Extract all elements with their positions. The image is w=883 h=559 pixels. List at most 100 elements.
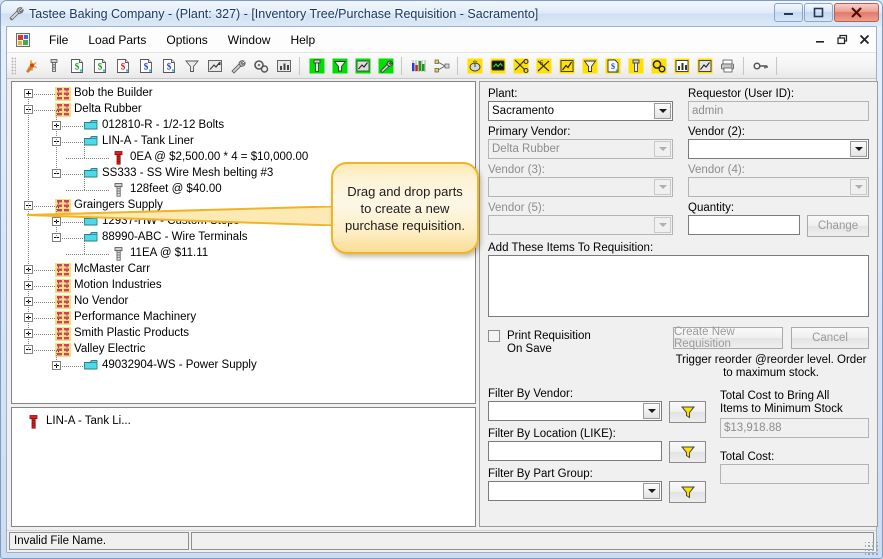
document-dollar-green2-icon[interactable]: $ [89, 55, 111, 77]
part-icon [83, 135, 99, 149]
filter-vendor-select[interactable] [488, 401, 662, 421]
tree-node[interactable]: 49032904-WS - Power Supply [12, 358, 475, 374]
printer-icon[interactable] [717, 55, 739, 77]
vendor-icon [55, 103, 71, 117]
resize-grip[interactable] [865, 542, 879, 556]
gears-yellow-icon[interactable] [648, 55, 670, 77]
toolbar-separator [743, 56, 746, 75]
add-items-textarea[interactable] [488, 255, 869, 317]
document-dollar-green-icon[interactable]: $ [66, 55, 88, 77]
tree-node[interactable]: No Vendor [12, 294, 475, 310]
vendor3-select [488, 177, 673, 197]
tree-connector [84, 142, 85, 158]
tree-node[interactable]: Valley Electric [12, 342, 475, 358]
tree-node-label: 128feet @ $40.00 [130, 183, 222, 195]
bolt-part-green-icon[interactable] [306, 55, 328, 77]
total-cost-label: Total Cost: [720, 451, 775, 463]
close-button[interactable] [834, 3, 879, 22]
document-dollar-blue2-icon[interactable]: $ [158, 55, 180, 77]
funnel-yellow-icon[interactable] [579, 55, 601, 77]
requisition-basket[interactable]: LIN-A - Tank Li... [11, 407, 476, 527]
window-title: Tastee Baking Company - (Plant: 327) - [… [29, 6, 539, 21]
fireworks-icon[interactable] [20, 55, 42, 77]
status-secondary [191, 532, 874, 550]
minimize-button[interactable] [774, 3, 803, 22]
primary-vendor-row: Primary Vendor: Delta Rubber Vendor (2): [488, 126, 869, 159]
chevron-down-icon[interactable] [643, 403, 660, 419]
change-button[interactable]: Change [807, 215, 869, 237]
menu-file[interactable]: File [39, 29, 78, 51]
child-close-button[interactable] [859, 34, 870, 47]
funnel-green-icon[interactable] [329, 55, 351, 77]
menu-window[interactable]: Window [218, 29, 281, 51]
basket-item[interactable]: LIN-A - Tank Li... [12, 414, 475, 430]
part-icon [83, 119, 99, 133]
menu-help[interactable]: Help [280, 29, 325, 51]
scissors2-yellow-icon[interactable]: 5 [533, 55, 555, 77]
cancel-button[interactable]: Cancel [791, 327, 869, 349]
wrench-green-icon[interactable] [375, 55, 397, 77]
tree-node[interactable]: Smith Plastic Products [12, 326, 475, 342]
create-new-requisition-button[interactable]: Create New Requisition [673, 326, 783, 350]
tree-node-label: 11EA @ $11.11 [130, 247, 209, 259]
tree-node[interactable]: Motion Industries [12, 278, 475, 294]
print-requisition-group[interactable]: Print Requisition On Save [488, 327, 673, 356]
tree-node[interactable]: 012810-R - 1/2-12 Bolts [12, 118, 475, 134]
vendor5-select [488, 215, 673, 235]
tree-node[interactable]: McMaster Carr [12, 262, 475, 278]
chevron-down-icon[interactable] [643, 483, 660, 499]
key-icon[interactable] [750, 55, 772, 77]
tree-connector [84, 238, 85, 254]
quantity-input[interactable] [688, 215, 800, 235]
chart-up-yellow-icon[interactable] [556, 55, 578, 77]
plant-select[interactable]: Sacramento [488, 101, 673, 121]
chevron-down-icon[interactable] [850, 141, 867, 157]
tree-node[interactable]: Performance Machinery [12, 310, 475, 326]
document-dollar-yellow-icon[interactable]: $ [602, 55, 624, 77]
print-requisition-checkbox[interactable] [488, 330, 500, 342]
menu-options[interactable]: Options [156, 29, 217, 51]
chevron-down-icon[interactable] [654, 103, 671, 119]
filter-location-button[interactable] [669, 441, 706, 463]
plant-requestor-row: Plant: Sacramento Requestor (User ID): a… [488, 88, 869, 121]
gears-icon[interactable] [250, 55, 272, 77]
bolt-part-icon[interactable] [43, 55, 65, 77]
monitor-yellow-icon[interactable] [487, 55, 509, 77]
title-bar: Tastee Baking Company - (Plant: 327) - [… [1, 1, 882, 26]
network-nodes-icon[interactable] [431, 55, 453, 77]
chart-bars-yellow-icon[interactable] [671, 55, 693, 77]
chart-up-green-icon[interactable] [352, 55, 374, 77]
wrench-icon[interactable] [227, 55, 249, 77]
child-minimize-button[interactable] [815, 34, 826, 47]
client-area: File Load Parts Options Window Help $ $ … [6, 26, 878, 553]
tree-node-label: Valley Electric [74, 343, 146, 355]
tree-connector [62, 142, 83, 143]
vendor2-select[interactable] [688, 139, 869, 159]
chart-bars2-yellow-icon[interactable] [694, 55, 716, 77]
filter-location-input[interactable] [488, 441, 662, 461]
chart-up-icon[interactable] [204, 55, 226, 77]
tree-connector [66, 158, 109, 159]
tree-connector [84, 174, 85, 190]
maximize-button[interactable] [804, 3, 833, 22]
mouse-yellow-icon[interactable] [464, 55, 486, 77]
bolt-part-yellow-icon[interactable] [625, 55, 647, 77]
scissors-yellow-icon[interactable] [510, 55, 532, 77]
chart-bars-icon[interactable] [273, 55, 295, 77]
equalizer-icon[interactable] [408, 55, 430, 77]
funnel-grey-icon[interactable] [181, 55, 203, 77]
tree-node[interactable]: Bob the Builder [12, 86, 475, 102]
menu-load-parts[interactable]: Load Parts [78, 29, 156, 51]
tree-node[interactable]: LIN-A - Tank Liner [12, 134, 475, 150]
filter-part-group-button[interactable] [669, 481, 706, 503]
toolbar-grip[interactable] [11, 56, 16, 75]
child-restore-button[interactable] [837, 34, 848, 47]
filter-part-group-select[interactable] [488, 481, 662, 501]
filter-vendor-button[interactable] [669, 401, 706, 423]
document-dollar-blue-icon[interactable]: $ [135, 55, 157, 77]
add-items-group: Add These Items To Requisition: [488, 242, 869, 317]
tree-node[interactable]: Delta Rubber [12, 102, 475, 118]
wrench-icon [8, 6, 24, 22]
window-controls [774, 3, 879, 22]
document-dollar-red-icon[interactable]: $ [112, 55, 134, 77]
